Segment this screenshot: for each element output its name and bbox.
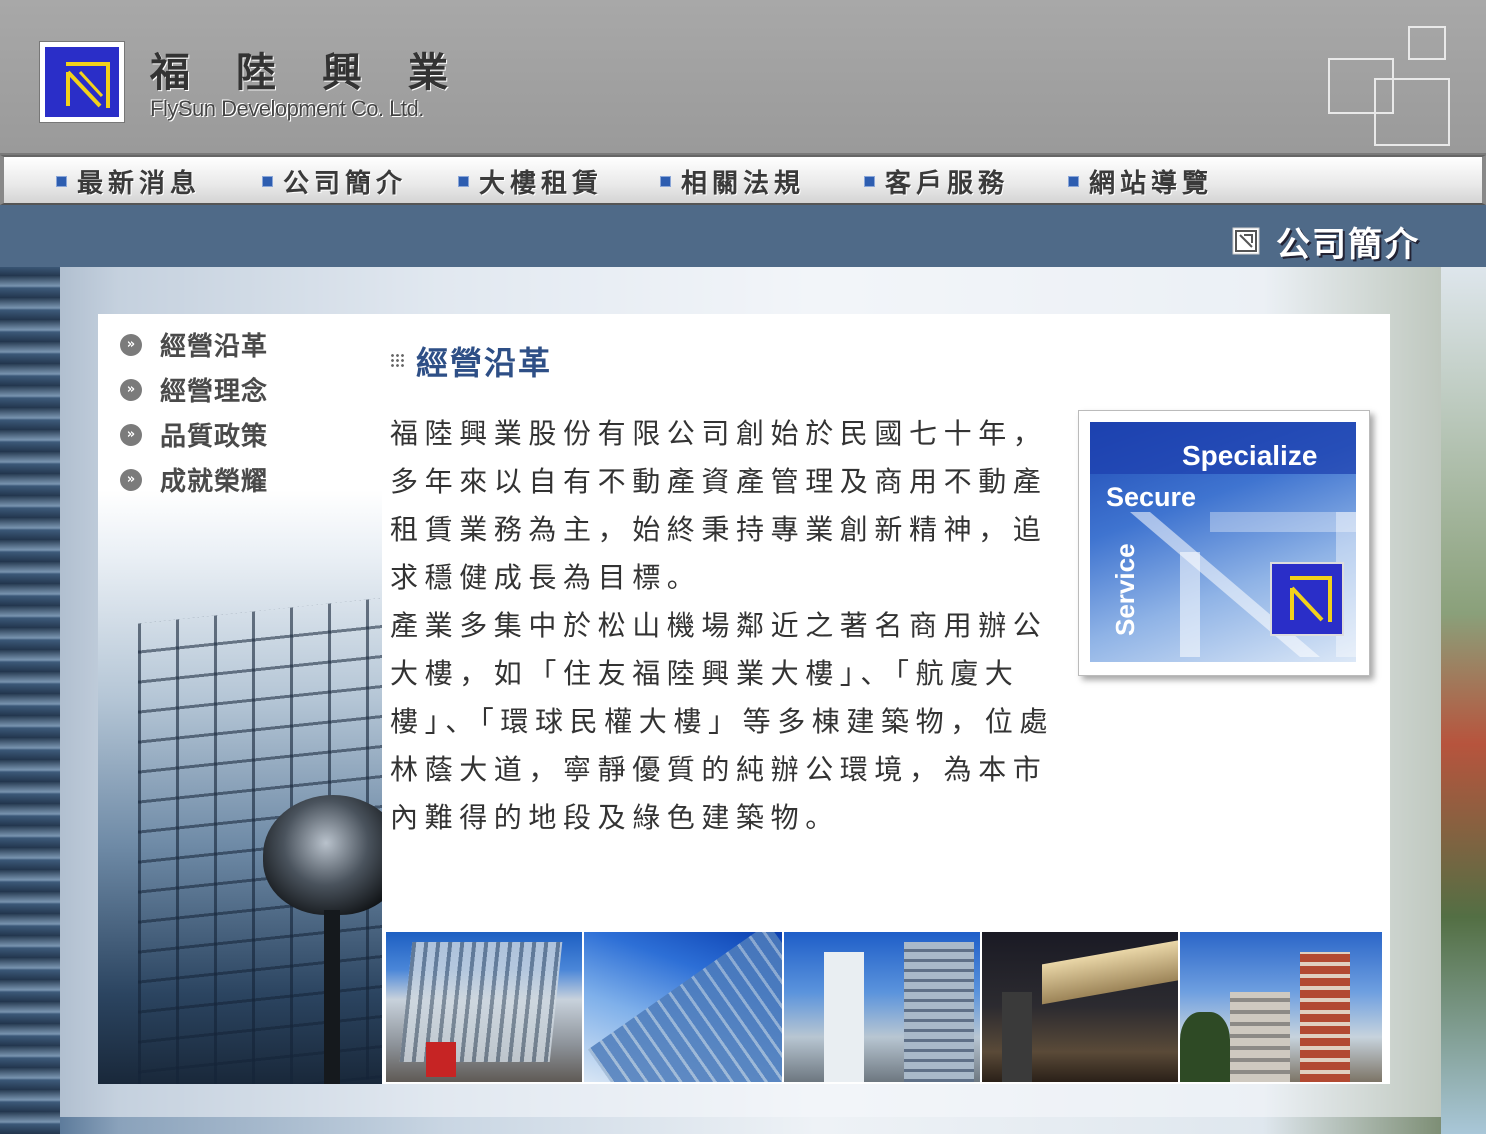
nav-item-label: 客戶服務 <box>885 168 1010 199</box>
nav-item-sitemap[interactable]: 網站導覽 <box>1068 165 1214 199</box>
main-nav: 最新消息 公司簡介 大樓租賃 相關法規 客戶服務 網站導覽 <box>0 155 1486 205</box>
bullet-icon <box>56 175 67 187</box>
side-menu-label: 經營理念 <box>160 377 269 407</box>
side-menu-item-history[interactable]: » 經營沿革 <box>120 322 268 367</box>
logo-mark-icon <box>45 47 119 117</box>
page: 福陸興業 FlySun Development Co. Ltd. 最新消息 公司… <box>0 0 1486 1134</box>
company-logo[interactable] <box>40 42 124 122</box>
company-logo-small <box>1270 562 1344 636</box>
dotted-bullet-icon <box>390 353 406 369</box>
site-header: 福陸興業 FlySun Development Co. Ltd. <box>0 0 1486 155</box>
double-chevron-icon: » <box>120 423 142 446</box>
brand-name-chinese: 福陸興業 <box>150 49 494 96</box>
bullet-icon <box>864 175 875 187</box>
paragraph: 產業多集中於松山機場鄰近之著名商用辦公大樓，如「住友福陸興業大樓」、「航廈大樓」… <box>390 609 1055 834</box>
brand-name-english: FlySun Development Co. Ltd. <box>150 96 424 121</box>
building-photo-left <box>98 490 382 1084</box>
logo-mark-icon <box>1290 576 1332 622</box>
nav-item-customer-service[interactable]: 客戶服務 <box>864 165 1010 199</box>
feature-word-secure: Secure <box>1106 482 1197 512</box>
building-photo-2 <box>584 932 782 1082</box>
decorative-squares <box>1328 22 1458 148</box>
side-menu-item-quality-policy[interactable]: » 品質政策 <box>120 412 268 457</box>
nav-item-label: 相關法規 <box>681 168 806 199</box>
side-menu-label: 經營沿革 <box>160 332 269 362</box>
feature-graphic: Specialize Secure Service <box>1078 410 1370 676</box>
bullet-icon <box>262 175 273 187</box>
double-chevron-icon: » <box>120 378 142 401</box>
double-chevron-icon: » <box>120 468 142 491</box>
building-photo-strip <box>386 932 1388 1082</box>
section-heading: 經營沿革 <box>390 338 552 384</box>
feature-graphic-art: Specialize Secure Service <box>1090 422 1356 662</box>
nav-item-company-profile[interactable]: 公司簡介 <box>262 165 408 199</box>
bullet-icon <box>1068 175 1079 187</box>
nav-item-label: 最新消息 <box>77 168 202 199</box>
side-menu-label: 品質政策 <box>160 422 269 452</box>
bullet-icon <box>660 175 671 187</box>
page-title: 公司簡介 <box>1276 225 1420 265</box>
background-foliage-right <box>1441 267 1486 1134</box>
building-photo-4 <box>982 932 1178 1082</box>
paragraph: 福陸興業股份有限公司創始於民國七十年，多年來以自有不動產資產管理及商用不動產租賃… <box>390 417 1048 594</box>
nav-item-label: 公司簡介 <box>283 168 408 199</box>
page-title-bar: 公司簡介 <box>0 205 1486 267</box>
nav-item-regulations[interactable]: 相關法規 <box>660 165 806 199</box>
side-menu-label: 成就榮耀 <box>160 467 269 497</box>
nav-item-label: 網站導覽 <box>1089 168 1214 199</box>
side-menu-item-philosophy[interactable]: » 經營理念 <box>120 367 268 412</box>
side-menu-item-achievements[interactable]: » 成就榮耀 <box>120 457 268 502</box>
background-building-left <box>0 267 60 1134</box>
nav-item-building-leasing[interactable]: 大樓租賃 <box>458 165 604 199</box>
nav-item-label: 大樓租賃 <box>479 168 604 199</box>
page-title-icon <box>1232 227 1260 255</box>
building-photo-5 <box>1180 932 1382 1082</box>
building-photo-1 <box>386 932 582 1082</box>
building-photo-3 <box>784 932 980 1082</box>
feature-word-service: Service <box>1110 543 1140 636</box>
feature-word-specialize: Specialize <box>1182 440 1318 471</box>
side-menu: » 經營沿革 » 經營理念 » 品質政策 » 成就榮耀 <box>120 322 268 502</box>
nav-item-latest-news[interactable]: 最新消息 <box>56 165 202 199</box>
bullet-icon <box>458 175 469 187</box>
double-chevron-icon: » <box>120 333 142 356</box>
section-title: 經營沿革 <box>416 344 553 382</box>
body-text: 福陸興業股份有限公司創始於民國七十年，多年來以自有不動產資產管理及商用不動產租賃… <box>390 410 1060 842</box>
